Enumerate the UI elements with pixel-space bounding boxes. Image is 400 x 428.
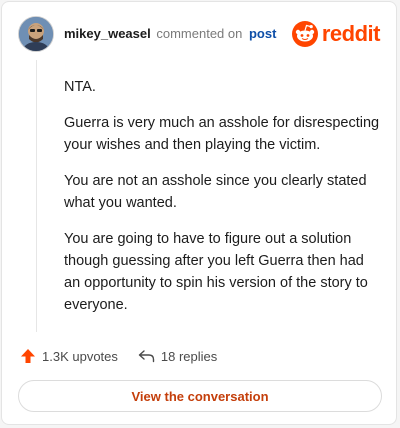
reply-arrow-icon (138, 350, 155, 363)
post-link[interactable]: post (249, 26, 276, 41)
comment-body: NTA. Guerra is very much an asshole for … (64, 76, 380, 330)
comment-header: mikey_weasel commented on post reddit (18, 16, 381, 56)
comment-paragraph: You are going to have to figure out a so… (64, 231, 368, 313)
view-conversation-button[interactable]: View the conversation (18, 380, 382, 412)
thread-line (36, 60, 37, 332)
reddit-brand[interactable]: reddit (291, 20, 381, 48)
replies-button[interactable]: 18 replies (138, 349, 217, 364)
comment-paragraph: NTA. (64, 79, 96, 95)
reddit-logo-icon (291, 21, 318, 47)
embed-card: mikey_weasel commented on post reddit NT… (1, 1, 397, 425)
upvote-button[interactable]: 1.3K upvotes (20, 348, 118, 364)
upvote-count: 1.3K upvotes (42, 348, 118, 364)
upvote-arrow-icon (21, 349, 35, 363)
reply-count: 18 replies (160, 348, 218, 364)
username-link[interactable]: mikey_weasel (64, 26, 151, 41)
comment-actions: 1.3K upvotes 18 replies (20, 346, 217, 366)
action-text: commented on (156, 26, 243, 41)
reddit-wordmark: reddit (321, 21, 381, 46)
comment-paragraph: Guerra is very much an asshole for disre… (64, 115, 380, 153)
avatar[interactable] (18, 16, 54, 52)
comment-paragraph: You are not an asshole since you clearly… (64, 173, 367, 211)
byline: mikey_weasel commented on post (64, 26, 276, 42)
